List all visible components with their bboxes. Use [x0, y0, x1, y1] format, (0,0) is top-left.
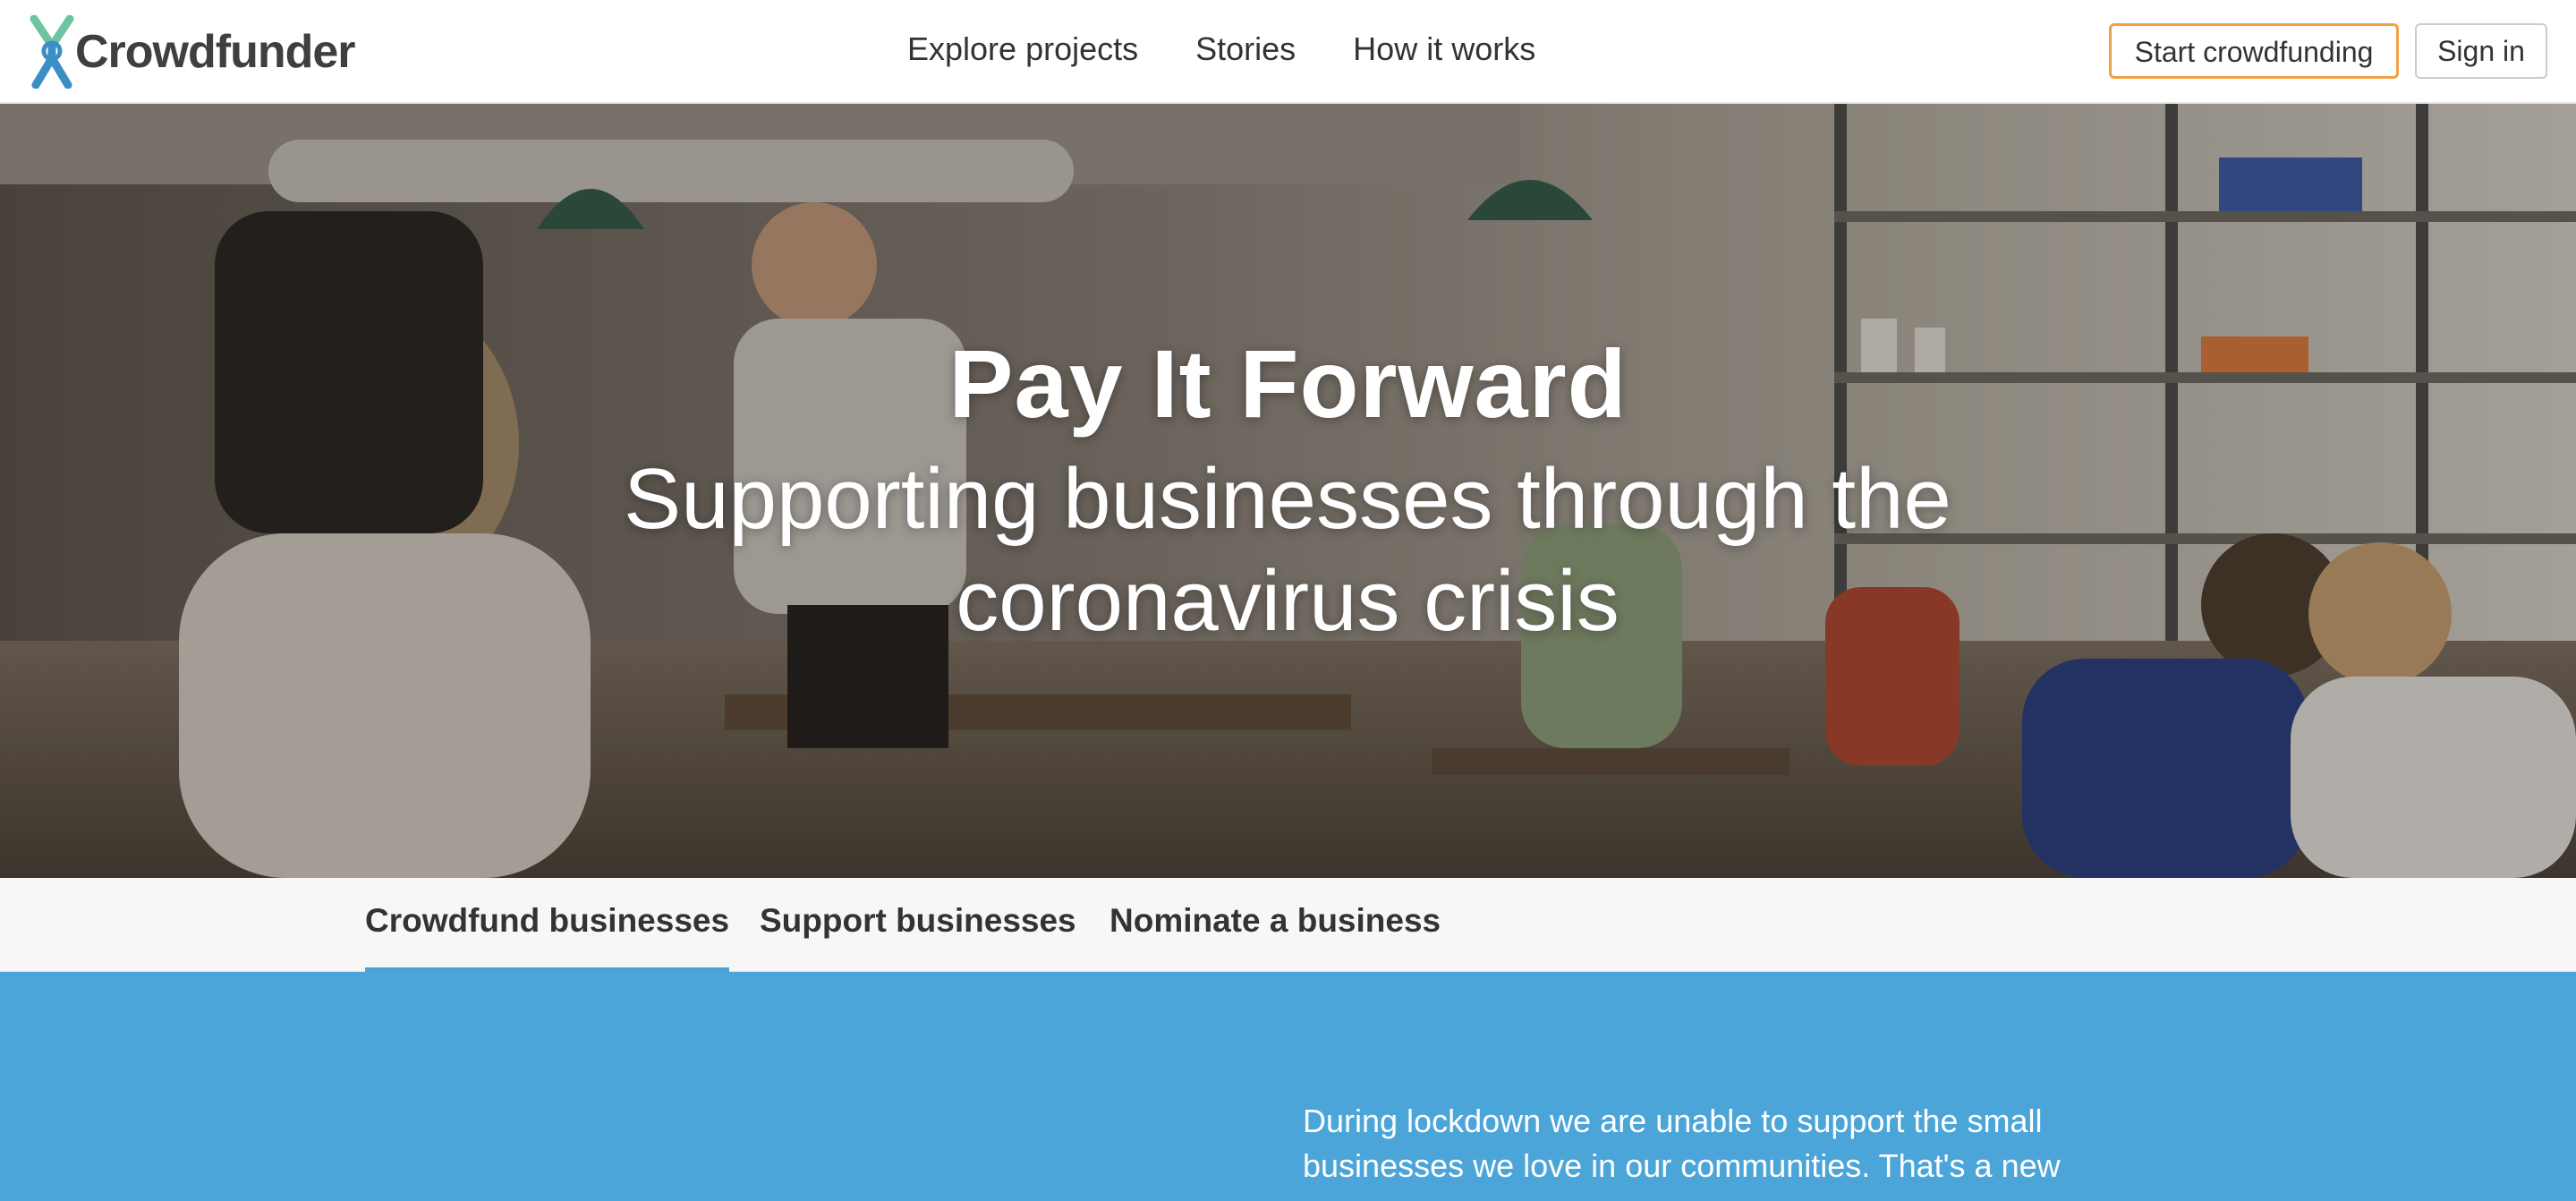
nav-how-it-works[interactable]: How it works: [1353, 27, 1535, 72]
hero-subtitle: Supporting businesses through the corona…: [624, 451, 1951, 649]
sign-in-button[interactable]: Sign in: [2415, 23, 2547, 79]
crowdfunder-logo[interactable]: Crowdfunder: [27, 14, 356, 89]
hero-banner: Pay It Forward Supporting businesses thr…: [0, 104, 2576, 878]
main-nav: Explore projects Stories How it works: [907, 27, 1593, 72]
logo-text: Crowdfunder: [75, 26, 356, 78]
tab-nominate-a-business[interactable]: Nominate a business: [1109, 878, 1441, 972]
section-tabs: Crowdfund businesses Support businesses …: [0, 878, 2576, 972]
crowdfunder-logo-icon: [30, 15, 74, 89]
tab-crowdfund-businesses[interactable]: Crowdfund businesses: [365, 878, 730, 972]
tab-support-businesses[interactable]: Support businesses: [760, 878, 1076, 972]
info-section: During lockdown we are unable to support…: [0, 972, 2576, 1201]
nav-stories[interactable]: Stories: [1195, 27, 1296, 72]
info-paragraph: During lockdown we are unable to support…: [1303, 1103, 2061, 1184]
start-crowdfunding-button[interactable]: Start crowdfunding: [2109, 23, 2399, 79]
hero-title: Pay It Forward: [948, 329, 1628, 438]
nav-explore-projects[interactable]: Explore projects: [907, 27, 1138, 72]
site-header: Crowdfunder Explore projects Stories How…: [0, 0, 2576, 104]
